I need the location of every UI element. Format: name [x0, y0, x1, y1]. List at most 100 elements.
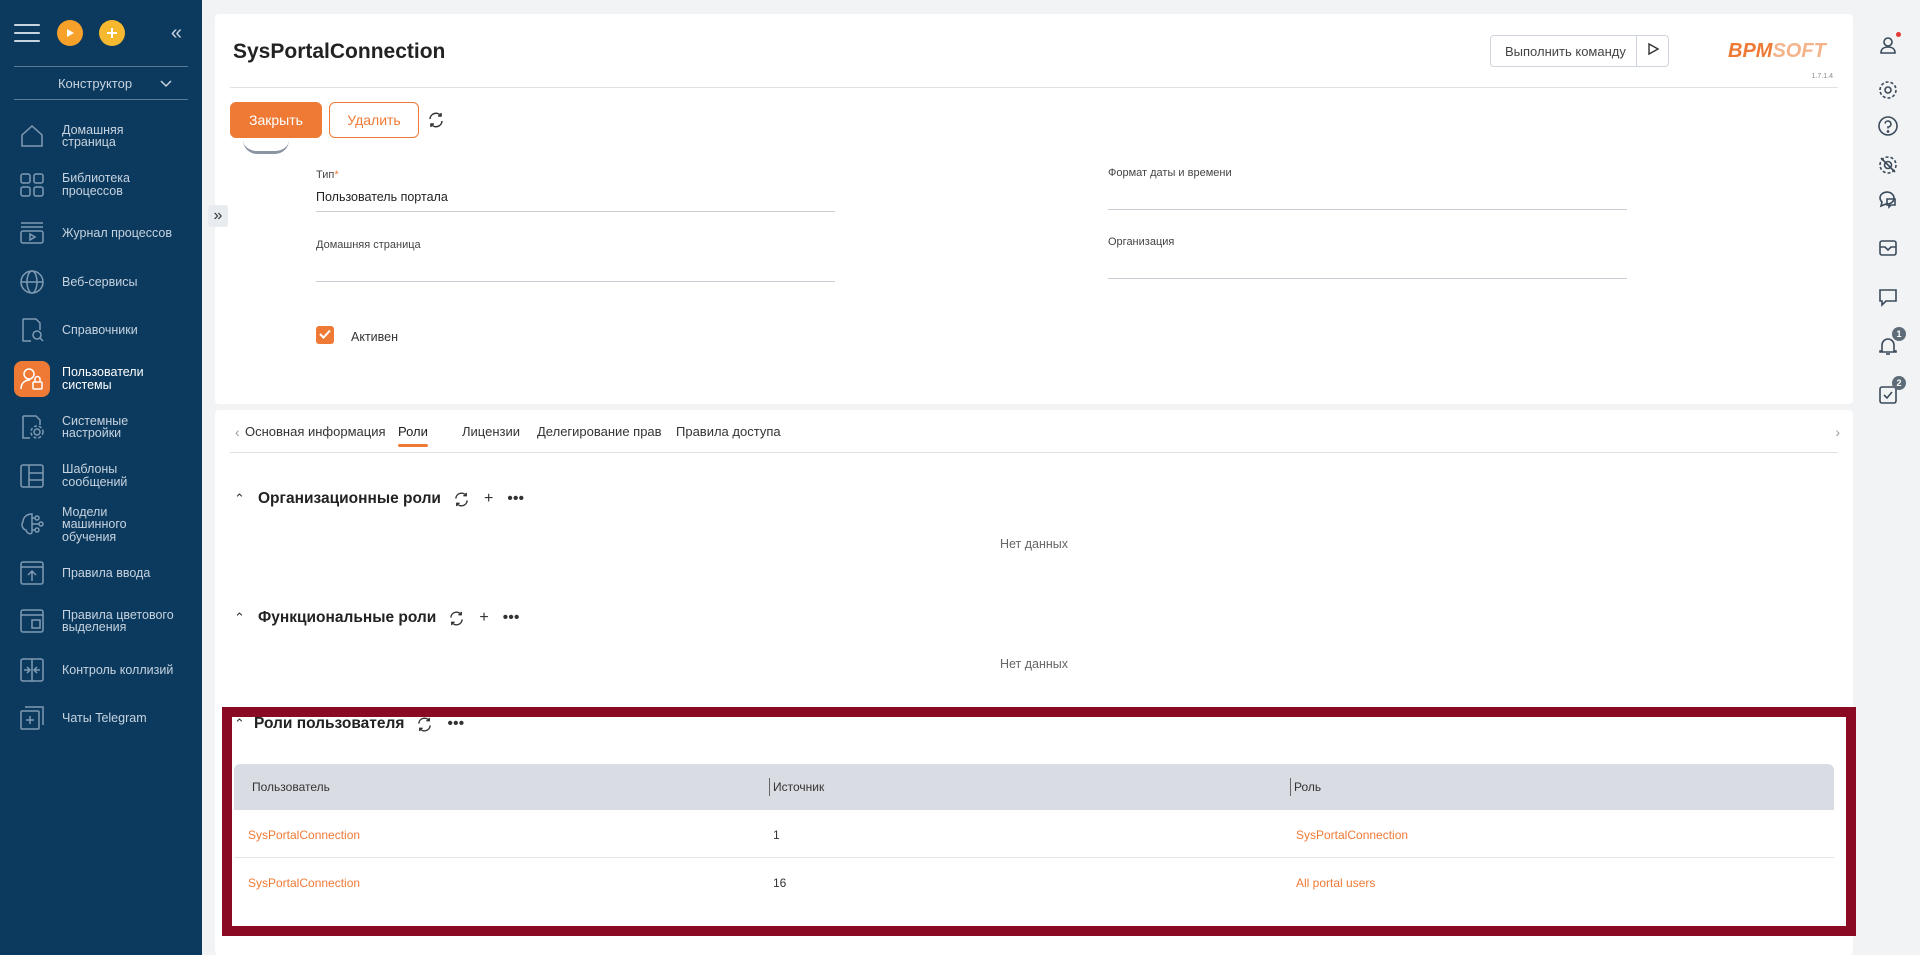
sidebar-item-label: Правила цветового выделения [62, 607, 174, 635]
sidebar-top: « [0, 0, 202, 66]
home-page-input[interactable] [316, 260, 835, 282]
datetime-format-input[interactable] [1108, 188, 1627, 210]
divider [230, 87, 1838, 88]
refresh-icon[interactable] [427, 111, 445, 134]
avatar [243, 140, 289, 154]
sidebar-item-home[interactable]: Домашняя страница [0, 112, 202, 161]
expand-panel-icon[interactable]: » [208, 205, 228, 227]
templates-icon [14, 458, 50, 494]
user-link[interactable]: SysPortalConnection [248, 876, 360, 890]
add-icon[interactable]: + [479, 609, 488, 627]
home-page-field: Домашняя страница [316, 239, 835, 282]
sidebar-item-telegram-chats[interactable]: Чаты Telegram [0, 694, 202, 743]
column-role[interactable]: Роль [1294, 780, 1321, 794]
status-dot [1896, 32, 1901, 37]
delete-button[interactable]: Удалить [329, 102, 419, 138]
collapse-sidebar-icon[interactable]: « [171, 22, 182, 45]
chat-bubbles-icon[interactable] [1862, 188, 1914, 210]
more-icon[interactable]: ••• [507, 490, 524, 508]
right-panel: 1 2 [1862, 20, 1914, 420]
tab-main-info[interactable]: Основная информация [245, 424, 386, 439]
collapse-caret-icon[interactable]: ⌃ [234, 610, 258, 626]
table-row[interactable]: SysPortalConnection 1 SysPortalConnectio… [234, 810, 1834, 858]
tabs-scroll-right-icon[interactable]: › [1835, 424, 1840, 440]
active-checkbox[interactable] [316, 326, 334, 344]
sidebar-item-ml-models[interactable]: Модели машинного обучения [0, 500, 202, 549]
active-label: Активен [351, 330, 399, 344]
bpmsoft-logo: BPMSOFT [1728, 40, 1826, 63]
collisions-icon [14, 652, 50, 688]
tab-roles[interactable]: Роли [398, 424, 428, 447]
org-roles-header: ⌃ Организационные роли + ••• [234, 490, 538, 508]
logo-soft: SOFT [1772, 40, 1826, 62]
system-designer-icon[interactable] [1862, 154, 1914, 176]
refresh-icon[interactable] [453, 491, 470, 508]
func-roles-header: ⌃ Функциональные роли + ••• [234, 609, 533, 627]
plus-icon[interactable] [99, 20, 125, 46]
sidebar-item-process-log[interactable]: Журнал процессов [0, 209, 202, 258]
sidebar-item-system-settings[interactable]: Системные настройки [0, 403, 202, 452]
play-outline-icon [1646, 42, 1660, 61]
command-input[interactable]: Выполнить команду [1491, 44, 1636, 59]
tasks-icon[interactable]: 2 [1862, 376, 1914, 406]
telegram-chats-icon [14, 700, 50, 736]
organization-label: Организация [1108, 236, 1175, 248]
sidebar-item-color-rules[interactable]: Правила цветового выделения [0, 597, 202, 646]
sidebar-item-label: Веб-сервисы [62, 274, 138, 289]
column-separator[interactable] [769, 778, 770, 796]
tab-licenses[interactable]: Лицензии [462, 424, 520, 439]
color-rules-icon [14, 603, 50, 639]
user-link[interactable]: SysPortalConnection [248, 828, 360, 842]
comment-icon[interactable] [1862, 286, 1914, 308]
organization-field: Организация [1108, 236, 1627, 279]
mail-icon[interactable] [1862, 237, 1914, 259]
refresh-icon[interactable] [448, 610, 465, 627]
user-roles-grid-header: Пользователь Источник Роль [234, 764, 1834, 810]
add-icon[interactable]: + [484, 490, 493, 508]
profile-icon[interactable] [1862, 32, 1914, 56]
column-source[interactable]: Источник [773, 780, 824, 794]
command-line[interactable]: Выполнить команду [1490, 35, 1669, 67]
org-roles-empty: Нет данных [999, 537, 1069, 551]
sidebar-menu: Домашняя страница Библиотека процессов Ж… [0, 112, 202, 743]
required-marker: * [334, 169, 339, 181]
more-icon[interactable]: ••• [503, 609, 520, 627]
bell-icon[interactable]: 1 [1862, 327, 1914, 357]
hamburger-menu-icon[interactable] [14, 24, 40, 42]
func-roles-title: Функциональные роли [258, 609, 437, 626]
gear-icon[interactable] [1862, 79, 1914, 101]
type-label: Тип* [316, 169, 835, 181]
func-roles-empty: Нет данных [999, 657, 1069, 671]
tabs-scroll-left-icon[interactable]: ‹ [235, 424, 240, 440]
sidebar-item-collision-control[interactable]: Контроль коллизий [0, 646, 202, 695]
role-link[interactable]: All portal users [1296, 876, 1375, 890]
organization-input[interactable] [1108, 257, 1627, 279]
tab-access-rules[interactable]: Правила доступа [676, 424, 781, 439]
sidebar-item-system-users[interactable]: Пользователи системы [0, 355, 202, 404]
sidebar-item-web-services[interactable]: Веб-сервисы [0, 258, 202, 307]
role-link[interactable]: SysPortalConnection [1296, 828, 1408, 842]
help-icon[interactable] [1862, 115, 1914, 137]
column-separator[interactable] [1290, 778, 1291, 796]
notifications-badge: 1 [1892, 327, 1906, 341]
sidebar-item-input-rules[interactable]: Правила ввода [0, 549, 202, 598]
tab-delegation[interactable]: Делегирование прав [537, 424, 662, 439]
play-icon[interactable] [57, 20, 83, 46]
sidebar-item-label: Библиотека процессов [62, 171, 130, 198]
sidebar-item-message-templates[interactable]: Шаблоны сообщений [0, 452, 202, 501]
sidebar-item-label: Правила ввода [62, 565, 151, 580]
close-button[interactable]: Закрыть [230, 102, 322, 138]
datetime-format-label: Формат даты и времени [1108, 167, 1232, 179]
lookup-icon [14, 312, 50, 348]
type-input[interactable]: Пользователь портала [316, 190, 835, 212]
collapse-caret-icon[interactable]: ⌃ [234, 491, 258, 507]
record-header-card: SysPortalConnection Выполнить команду BP… [208, 14, 1853, 404]
table-row[interactable]: SysPortalConnection 16 All portal users [234, 858, 1834, 906]
run-command-button[interactable] [1636, 36, 1668, 66]
type-field: Тип* Пользователь портала [316, 169, 835, 212]
source-cell: 1 [773, 828, 780, 842]
workspace-select[interactable]: Конструктор [14, 66, 188, 100]
sidebar-item-process-library[interactable]: Библиотека процессов [0, 161, 202, 210]
sidebar-item-lookups[interactable]: Справочники [0, 306, 202, 355]
column-user[interactable]: Пользователь [252, 780, 330, 794]
